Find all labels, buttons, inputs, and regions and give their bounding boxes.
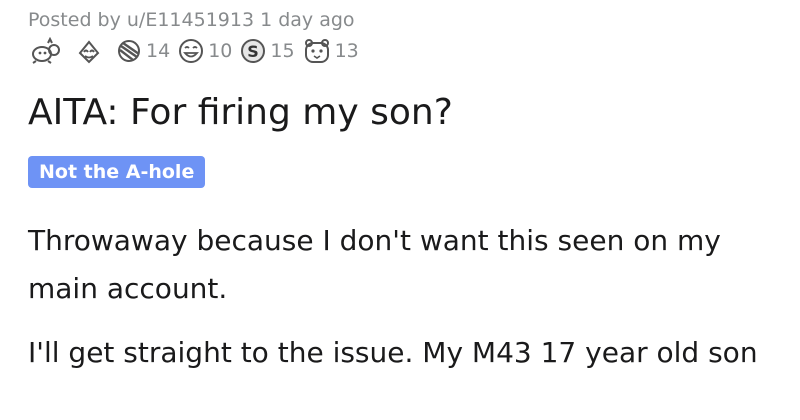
award-count: 10 [208,40,233,62]
username-link[interactable]: u/E11451913 [127,9,254,31]
award-hamster[interactable]: 13 [301,37,359,65]
post-age: 1 day ago [254,9,355,31]
award-crying-laugh[interactable]: 10 [176,37,232,65]
awards-row[interactable]: 14 10 S 15 13 [28,35,788,67]
award-wholesome-seal[interactable] [28,37,66,65]
award-heart-eyes[interactable] [72,37,108,65]
heart-eyes-icon [72,37,106,65]
facepalm-icon [114,37,144,65]
posted-by-label: Posted by [28,9,127,31]
post-body: Throwaway because I don't want this seen… [28,217,788,377]
money-bag-icon: S [238,37,268,65]
post-meta: Posted by u/E11451913 1 day ago [28,6,788,34]
svg-text:S: S [248,42,260,61]
body-paragraph: Throwaway because I don't want this seen… [28,217,788,313]
hamster-icon [301,37,333,65]
post-flair[interactable]: Not the A-hole [28,156,206,188]
body-paragraph: I'll get straight to the issue. My M43 1… [28,329,788,377]
award-count: 14 [146,40,171,62]
wholesome-seal-icon [28,37,64,65]
body-line: I'll get straight to the issue. My M43 1… [28,336,758,369]
body-line: Throwaway because I don't want this seen… [28,224,721,257]
award-money-bag[interactable]: S 15 [238,37,295,65]
award-facepalm[interactable]: 14 [114,37,170,65]
crying-laugh-icon [176,37,206,65]
body-line: main account. [28,272,228,305]
award-count: 13 [334,40,359,62]
award-count: 15 [270,40,295,62]
reddit-post: Posted by u/E11451913 1 day ago 14 10 S … [28,6,788,393]
post-title[interactable]: AITA: For firing my son? [28,91,788,135]
